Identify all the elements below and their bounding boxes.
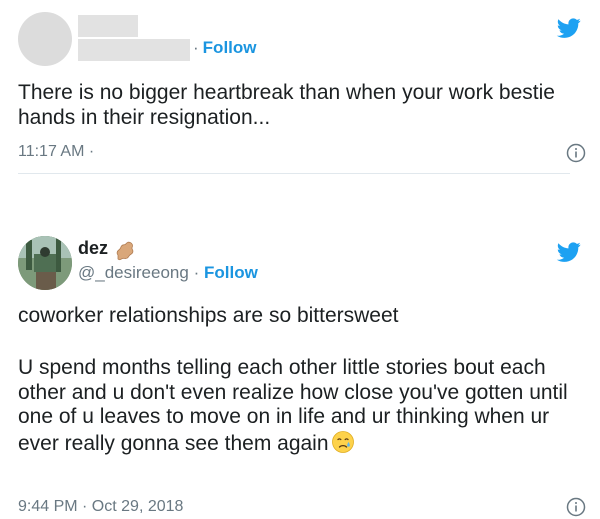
tweet-timestamp[interactable]: 11:17 AM · [18,143,94,161]
follow-button[interactable]: Follow [204,263,258,282]
twitter-bird-icon[interactable] [555,240,583,264]
display-name[interactable]: dez [78,238,108,259]
divider [18,173,570,174]
tweet-text: There is no bigger heartbreak than when … [18,81,561,129]
user-handle[interactable]: @_desireeong [78,263,189,282]
tweet-timestamp[interactable]: 9:44 PM · Oct 29, 2018 [18,498,183,516]
follow-button[interactable]: · Follow [193,38,257,58]
card-separator [0,200,600,218]
avatar[interactable] [18,236,72,290]
tweet-text-body: U spend months telling each other little… [18,356,570,456]
tweet-body-text: U spend months telling each other little… [18,356,574,455]
peanut-emoji [114,237,138,261]
redacted-handle [78,39,190,61]
tweet-card-1: · Follow There is no bigger heartbreak th… [0,0,600,200]
redacted-name [78,15,138,37]
tweet-text-line1: coworker relationships are so bitterswee… [18,304,399,327]
follow-label: Follow [202,38,257,57]
handle-line: @_desireeong · Follow [78,263,258,283]
tweet-card-2: dez @_desireeong · Follow coworker relat… [0,218,600,519]
twitter-bird-icon[interactable] [555,16,583,40]
info-icon[interactable] [566,497,586,517]
separator-dot: · [193,263,200,282]
info-icon[interactable] [566,143,586,163]
crying-face-emoji [331,430,355,454]
avatar[interactable] [18,12,72,66]
